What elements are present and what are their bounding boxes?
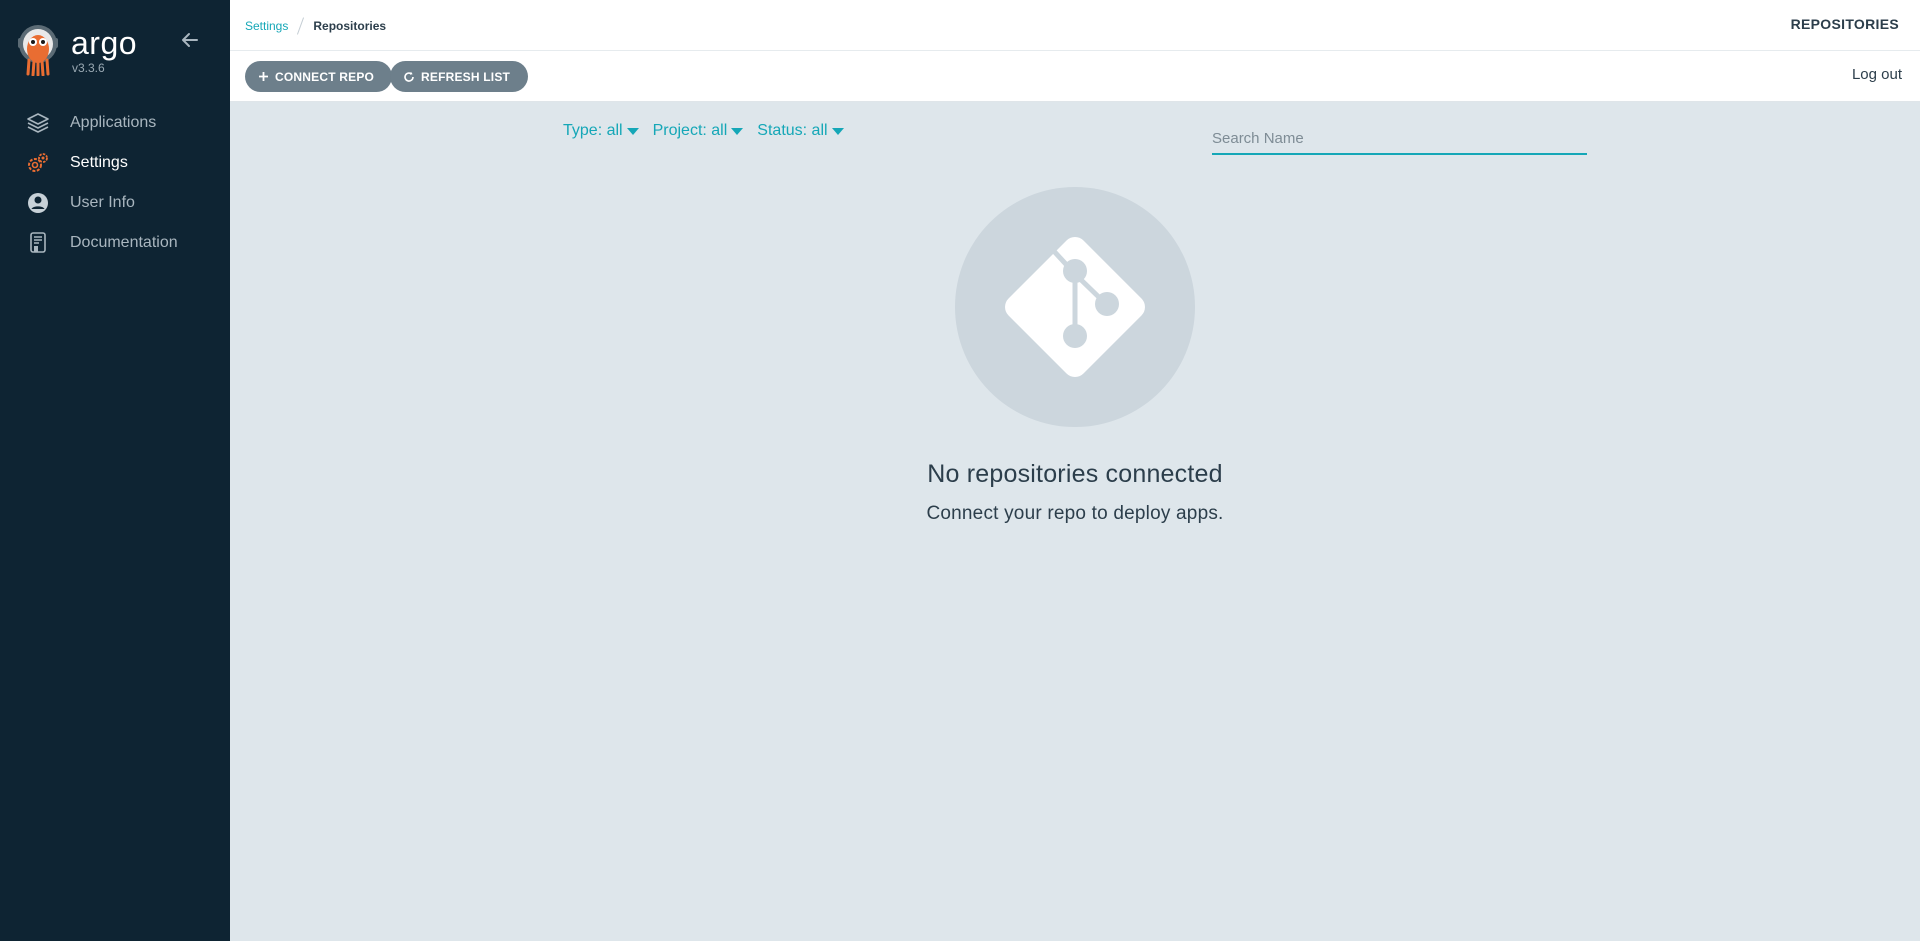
- sidebar-item-label: User Info: [70, 194, 135, 211]
- project-filter-label: Project: all: [652, 122, 728, 139]
- top-bar: Settings Repositories REPOSITORIES: [230, 0, 1920, 51]
- project-filter-dropdown[interactable]: Project: all: [653, 122, 744, 140]
- arrow-left-icon: [182, 33, 198, 47]
- argo-logo-icon: [18, 25, 58, 76]
- connect-repo-button[interactable]: CONNECT REPO: [245, 61, 393, 92]
- status-filter-dropdown[interactable]: Status: all: [757, 122, 844, 140]
- breadcrumb-settings-link[interactable]: Settings: [245, 19, 288, 33]
- sidebar-item-settings[interactable]: Settings: [0, 143, 230, 183]
- page-title: REPOSITORIES: [1790, 16, 1899, 32]
- type-filter-dropdown[interactable]: Type: all: [563, 122, 639, 140]
- layers-icon: [26, 111, 50, 135]
- caret-down-icon: [731, 127, 744, 135]
- caret-down-icon: [831, 127, 844, 135]
- type-filter-label: Type: all: [563, 122, 623, 139]
- book-icon: [26, 231, 50, 255]
- sidebar-item-label: Applications: [70, 114, 157, 131]
- sidebar-item-documentation[interactable]: Documentation: [0, 223, 230, 263]
- plus-icon: [258, 71, 269, 82]
- refresh-list-label: REFRESH LIST: [421, 69, 511, 84]
- sidebar-item-applications[interactable]: Applications: [0, 103, 230, 143]
- gears-icon: [26, 151, 50, 175]
- caret-down-icon: [626, 127, 639, 135]
- sidebar-item-label: Documentation: [70, 234, 178, 251]
- sidebar-item-user-info[interactable]: User Info: [0, 183, 230, 223]
- sidebar-nav: Applications Settings User Info Document…: [0, 103, 230, 263]
- breadcrumb-separator: [297, 17, 305, 35]
- brand-version: v3.3.6: [72, 61, 105, 75]
- brand-name: argo: [71, 25, 138, 61]
- status-filter-label: Status: all: [757, 122, 828, 139]
- collapse-sidebar-button[interactable]: [180, 30, 200, 50]
- connect-repo-label: CONNECT REPO: [275, 69, 375, 84]
- toolbar: CONNECT REPO REFRESH LIST Log out: [230, 51, 1920, 102]
- git-icon: [1005, 237, 1145, 377]
- filter-bar: Type: all Project: all Status: all: [563, 122, 844, 140]
- search-input[interactable]: [1212, 123, 1587, 155]
- logout-link[interactable]: Log out: [1852, 66, 1902, 83]
- breadcrumb: Settings Repositories: [245, 17, 386, 35]
- empty-state-title: No repositories connected: [927, 460, 1223, 488]
- sidebar: argo v3.3.6 Applications Settings User I…: [0, 0, 230, 941]
- empty-state-subtitle: Connect your repo to deploy apps.: [926, 503, 1224, 524]
- refresh-icon: [403, 71, 415, 83]
- breadcrumb-current: Repositories: [313, 19, 387, 33]
- sidebar-item-label: Settings: [70, 154, 128, 171]
- user-circle-icon: [26, 191, 50, 215]
- refresh-list-button[interactable]: REFRESH LIST: [390, 61, 529, 92]
- empty-state-illustration: [955, 187, 1195, 427]
